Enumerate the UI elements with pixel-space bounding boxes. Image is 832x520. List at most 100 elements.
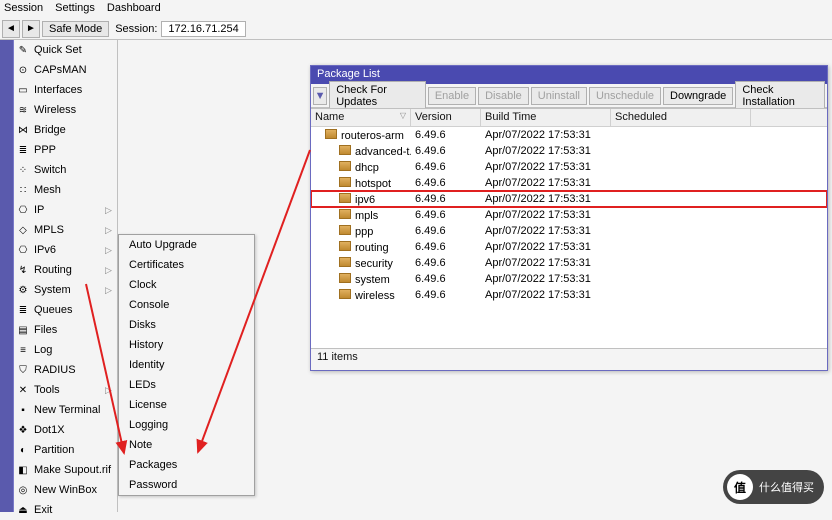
- vertical-iconbar: [0, 40, 14, 512]
- package-icon: [339, 289, 351, 299]
- cell-name: ppp: [311, 225, 411, 238]
- sidebar-item-mesh[interactable]: ∷Mesh: [14, 180, 117, 200]
- forward-button[interactable]: ►: [22, 20, 40, 38]
- package-row[interactable]: security6.49.6Apr/07/2022 17:53:31: [311, 255, 827, 271]
- col-build[interactable]: Build Time: [481, 109, 611, 126]
- cell-build: Apr/07/2022 17:53:31: [481, 225, 611, 237]
- submenu-item-history[interactable]: History: [119, 335, 254, 355]
- sidebar-item-system[interactable]: ⚙System▷: [14, 280, 117, 300]
- menubar[interactable]: Session Settings Dashboard: [0, 0, 832, 18]
- sidebar-label: New WinBox: [34, 484, 97, 496]
- enable-button[interactable]: Enable: [428, 87, 476, 105]
- package-row[interactable]: wireless6.49.6Apr/07/2022 17:53:31: [311, 287, 827, 303]
- bridge-icon: ⋈: [16, 123, 30, 137]
- package-row[interactable]: ppp6.49.6Apr/07/2022 17:53:31: [311, 223, 827, 239]
- package-row[interactable]: ipv66.49.6Apr/07/2022 17:53:31: [311, 191, 827, 207]
- menu-session[interactable]: Session: [4, 2, 43, 16]
- package-row[interactable]: advanced-t...6.49.6Apr/07/2022 17:53:31: [311, 143, 827, 159]
- package-grid[interactable]: Name Version Build Time Scheduled router…: [311, 108, 827, 348]
- sidebar-item-capsman[interactable]: ⊙CAPsMAN: [14, 60, 117, 80]
- sidebar-item-new-winbox[interactable]: ◎ New WinBox: [14, 480, 117, 500]
- sidebar-item-mpls[interactable]: ◇MPLS▷: [14, 220, 117, 240]
- sidebar-item-ppp[interactable]: ≣PPP: [14, 140, 117, 160]
- submenu-item-auto-upgrade[interactable]: Auto Upgrade: [119, 235, 254, 255]
- toolbar: ◄ ► Safe Mode Session: 172.16.71.254: [0, 18, 832, 40]
- sidebar-label: Wireless: [34, 104, 76, 116]
- switch-icon: ⁘: [16, 163, 30, 177]
- cell-name: hotspot: [311, 177, 411, 190]
- submenu-item-password[interactable]: Password: [119, 475, 254, 495]
- submenu-item-console[interactable]: Console: [119, 295, 254, 315]
- sidebar-item-quick-set[interactable]: ✎Quick Set: [14, 40, 117, 60]
- package-row[interactable]: routeros-arm6.49.6Apr/07/2022 17:53:31: [311, 127, 827, 143]
- submenu-item-identity[interactable]: Identity: [119, 355, 254, 375]
- package-row[interactable]: hotspot6.49.6Apr/07/2022 17:53:31: [311, 175, 827, 191]
- sidebar-item-log[interactable]: ≡Log: [14, 340, 117, 360]
- system-submenu[interactable]: Auto UpgradeCertificatesClockConsoleDisk…: [118, 234, 255, 496]
- package-row[interactable]: mpls6.49.6Apr/07/2022 17:53:31: [311, 207, 827, 223]
- mpls-icon: ◇: [16, 223, 30, 237]
- col-scheduled[interactable]: Scheduled: [611, 109, 751, 126]
- cell-build: Apr/07/2022 17:53:31: [481, 193, 611, 205]
- safe-mode-button[interactable]: Safe Mode: [42, 21, 109, 37]
- cell-build: Apr/07/2022 17:53:31: [481, 289, 611, 301]
- submenu-item-logging[interactable]: Logging: [119, 415, 254, 435]
- sidebar-label: IPv6: [34, 244, 56, 256]
- sidebar-item-files[interactable]: ▤Files: [14, 320, 117, 340]
- submenu-item-packages[interactable]: Packages: [119, 455, 254, 475]
- sidebar-item-dot1x[interactable]: ❖Dot1X: [14, 420, 117, 440]
- cell-name: dhcp: [311, 161, 411, 174]
- dot1x-icon: ❖: [16, 423, 30, 437]
- package-row[interactable]: dhcp6.49.6Apr/07/2022 17:53:31: [311, 159, 827, 175]
- unschedule-button[interactable]: Unschedule: [589, 87, 661, 105]
- sidebar-label: RADIUS: [34, 364, 76, 376]
- package-row[interactable]: routing6.49.6Apr/07/2022 17:53:31: [311, 239, 827, 255]
- watermark-text: 什么值得买: [759, 479, 814, 495]
- check-installation-button[interactable]: Check Installation: [735, 81, 825, 111]
- col-name[interactable]: Name: [311, 109, 411, 126]
- check-updates-button[interactable]: Check For Updates: [329, 81, 426, 111]
- package-row[interactable]: system6.49.6Apr/07/2022 17:53:31: [311, 271, 827, 287]
- submenu-item-note[interactable]: Note: [119, 435, 254, 455]
- package-list-window[interactable]: Package List ▼ Check For Updates Enable …: [310, 65, 828, 371]
- col-version[interactable]: Version: [411, 109, 481, 126]
- submenu-item-leds[interactable]: LEDs: [119, 375, 254, 395]
- disable-button[interactable]: Disable: [478, 87, 529, 105]
- submenu-item-license[interactable]: License: [119, 395, 254, 415]
- sidebar-item-ipv6[interactable]: ⎔IPv6▷: [14, 240, 117, 260]
- sidebar-item-queues[interactable]: ≣Queues: [14, 300, 117, 320]
- sidebar-item-bridge[interactable]: ⋈Bridge: [14, 120, 117, 140]
- downgrade-button[interactable]: Downgrade: [663, 87, 733, 105]
- sidebar-item-tools[interactable]: ✕Tools▷: [14, 380, 117, 400]
- submenu-item-clock[interactable]: Clock: [119, 275, 254, 295]
- sidebar-item-routing[interactable]: ↯Routing▷: [14, 260, 117, 280]
- sidebar-item-radius[interactable]: ⛉RADIUS: [14, 360, 117, 380]
- sidebar-item-exit[interactable]: ⏏Exit: [14, 500, 117, 520]
- sidebar-item-new-terminal[interactable]: ▪New Terminal: [14, 400, 117, 420]
- grid-header[interactable]: Name Version Build Time Scheduled: [311, 109, 827, 127]
- submenu-item-certificates[interactable]: Certificates: [119, 255, 254, 275]
- menu-settings[interactable]: Settings: [55, 2, 95, 16]
- sidebar-item-switch[interactable]: ⁘Switch: [14, 160, 117, 180]
- sidebar-item-wireless[interactable]: ≋Wireless: [14, 100, 117, 120]
- cell-name: routing: [311, 241, 411, 254]
- package-icon: [339, 273, 351, 283]
- capsman-icon: ⊙: [16, 63, 30, 77]
- cell-name: wireless: [311, 289, 411, 302]
- uninstall-button[interactable]: Uninstall: [531, 87, 587, 105]
- sidebar-label: Partition: [34, 444, 74, 456]
- back-button[interactable]: ◄: [2, 20, 20, 38]
- cell-name: security: [311, 257, 411, 270]
- sidebar-item-interfaces[interactable]: ▭Interfaces: [14, 80, 117, 100]
- partition-icon: ◐: [16, 443, 30, 457]
- filter-icon[interactable]: ▼: [313, 87, 327, 105]
- menu-dashboard[interactable]: Dashboard: [107, 2, 161, 16]
- sidebar-item-partition[interactable]: ◐ Partition: [14, 440, 117, 460]
- sidebar-item-make-supout[interactable]: ◧Make Supout.rif: [14, 460, 117, 480]
- cell-build: Apr/07/2022 17:53:31: [481, 273, 611, 285]
- submenu-item-disks[interactable]: Disks: [119, 315, 254, 335]
- sidebar-label: System: [34, 284, 71, 296]
- routing-icon: ↯: [16, 263, 30, 277]
- new-winbox-icon: ◎: [16, 483, 30, 497]
- sidebar-item-ip[interactable]: ⎔IP▷: [14, 200, 117, 220]
